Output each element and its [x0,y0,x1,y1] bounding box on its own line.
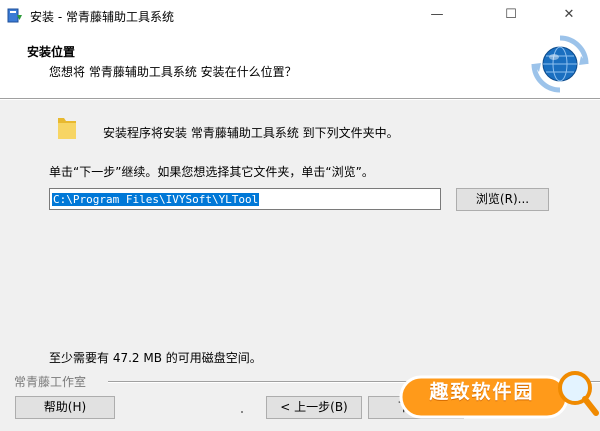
focus-dot [241,411,243,413]
window-title: 安装 - 常青藤辅助工具系统 [30,10,174,24]
browse-button[interactable]: 浏览(R)... [456,188,549,211]
maximize-button[interactable]: ☐ [488,0,534,30]
globe-setup-icon [531,35,589,93]
watermark-text: 趣致软件园 [429,381,535,403]
instruction-text: 单击“下一步”继续。如果您想选择其它文件夹，单击“浏览”。 [49,165,374,179]
close-button[interactable]: ✕ [546,0,592,30]
page-subtitle: 您想将 常青藤辅助工具系统 安装在什么位置？ [49,65,297,79]
install-path-value[interactable]: C:\Program Files\IVYSoft\YLTool [52,193,260,206]
help-button[interactable]: 帮助(H) [15,396,115,419]
install-intro-text: 安装程序将安装 常青藤辅助工具系统 到下列文件夹中。 [103,126,399,140]
installer-app-icon [7,8,22,23]
header-divider-highlight [0,99,600,100]
page-title: 安装位置 [27,45,76,59]
install-path-input[interactable]: C:\Program Files\IVYSoft\YLTool [49,188,441,210]
brand-label: 常青藤工作室 [14,375,87,389]
wizard-header: 安装位置 您想将 常青藤辅助工具系统 安装在什么位置？ [0,30,600,98]
title-bar: 安装 - 常青藤辅助工具系统 — ☐ ✕ [0,0,600,30]
minimize-button[interactable]: — [414,0,460,30]
disk-space-text: 至少需要有 47.2 MB 的可用磁盘空间。 [49,351,262,365]
back-button[interactable]: < 上一步(B) [266,396,362,419]
folder-icon [58,118,76,139]
